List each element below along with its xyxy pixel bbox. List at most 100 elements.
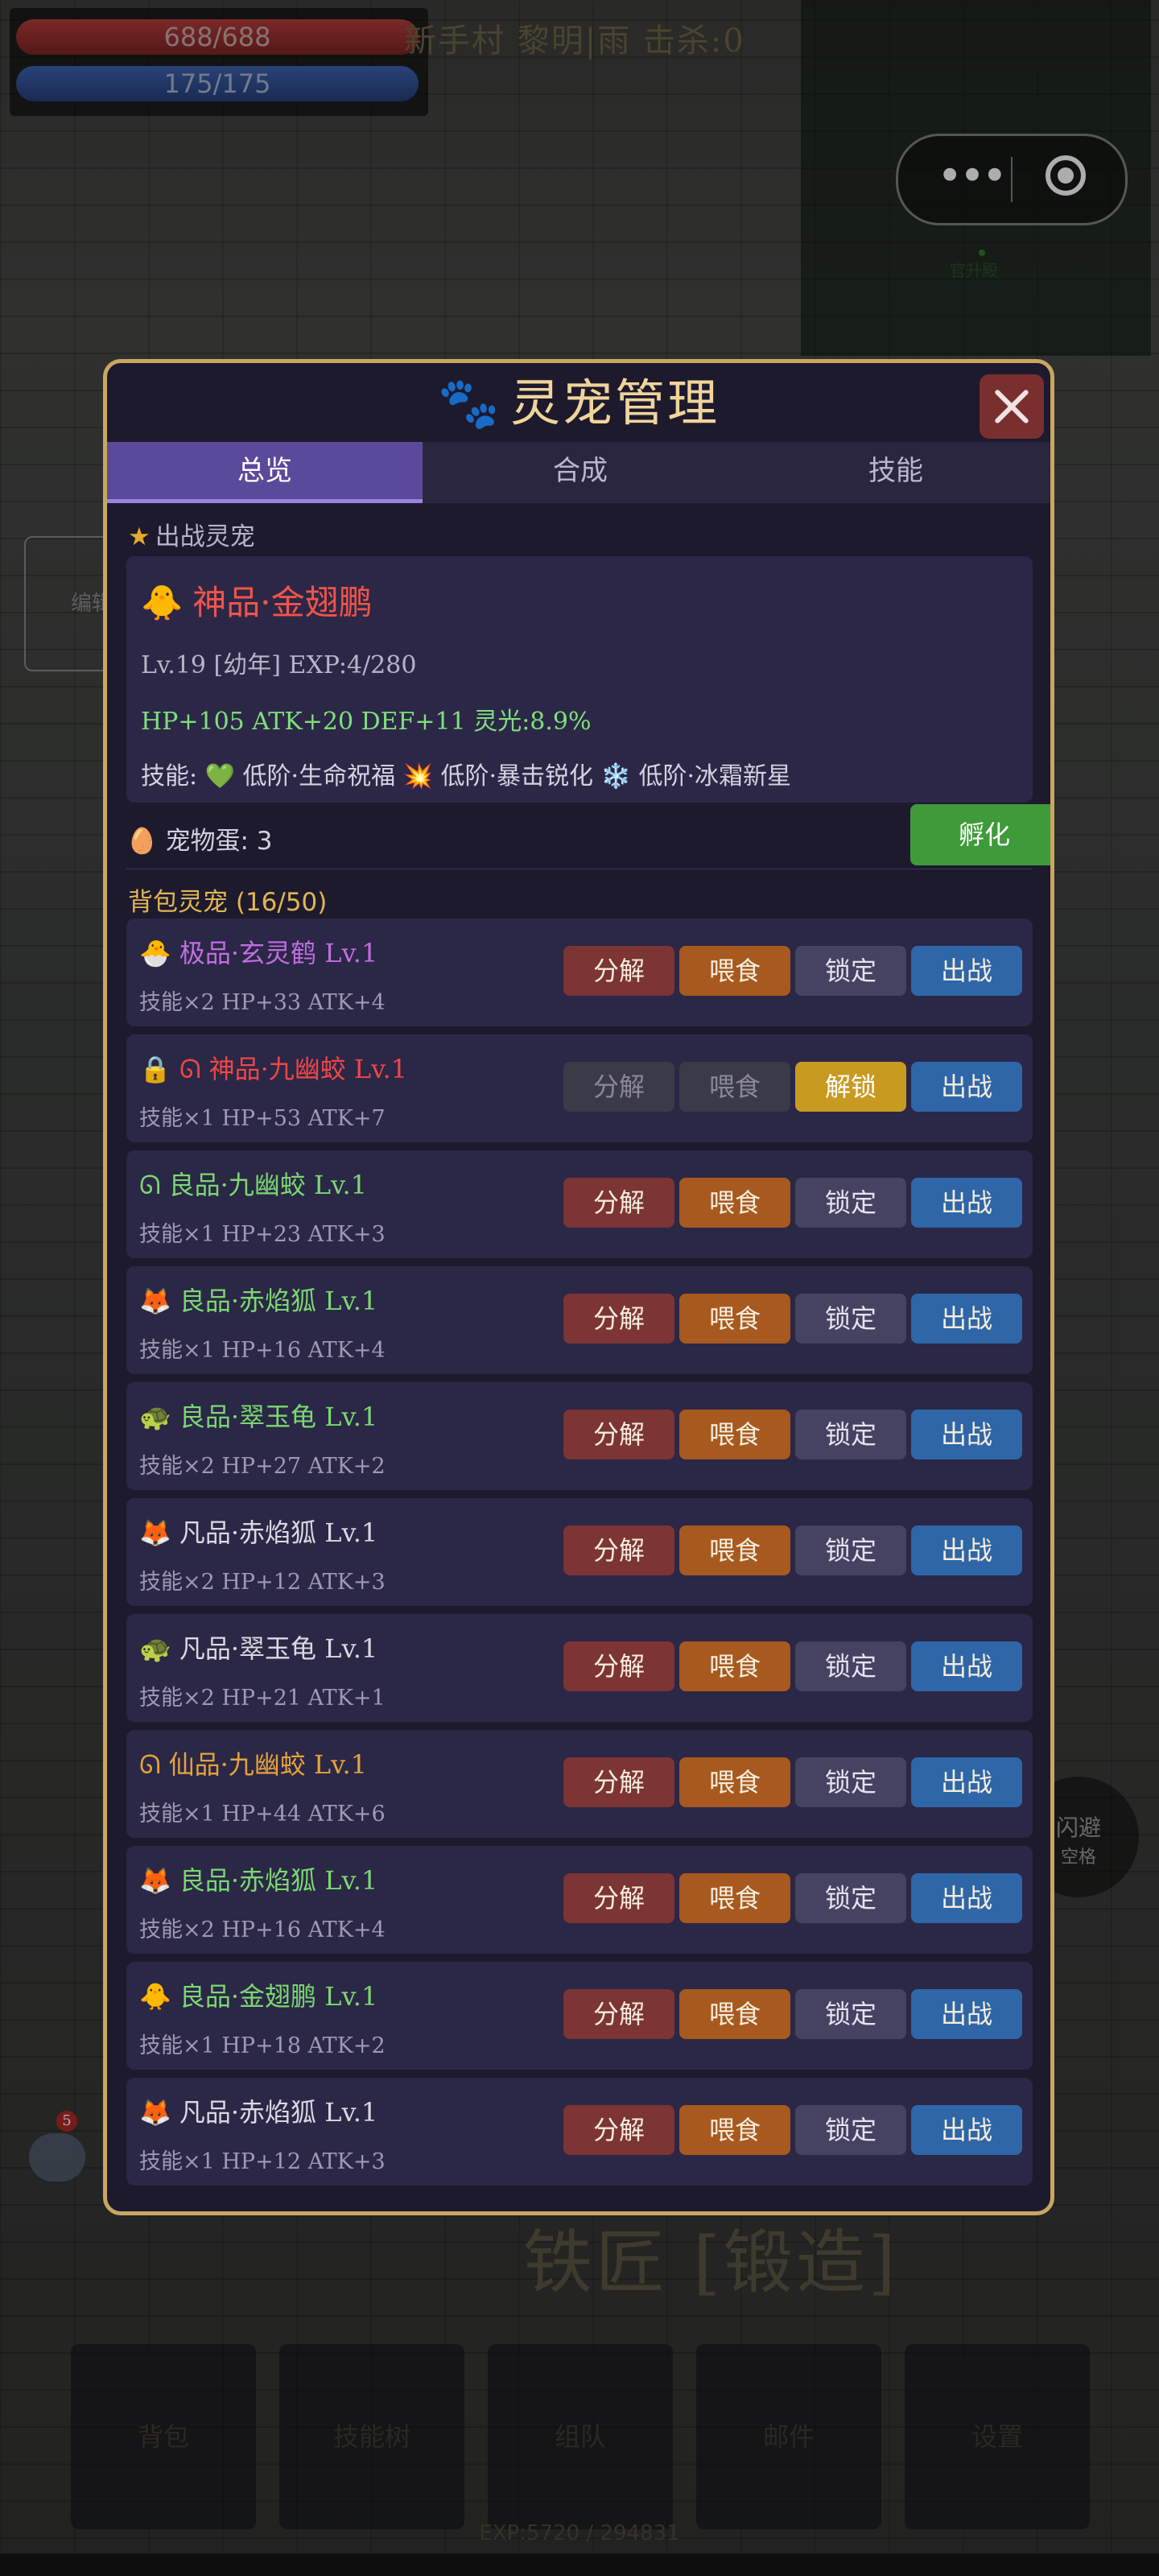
deploy-button[interactable]: 出战	[911, 946, 1022, 996]
pet-name: 🔒 ᘏ 神品·九幽蛟 Lv.1	[139, 1049, 407, 1086]
decompose-button[interactable]: 分解	[563, 1873, 674, 1923]
decompose-button[interactable]: 分解	[563, 946, 674, 996]
pet-row[interactable]: 🐥 良品·金翅鹏 Lv.1 技能×1 HP+18 ATK+2 分解 喂食 锁定 出战	[126, 1962, 1033, 2070]
pet-stats: 技能×2 HP+16 ATK+4	[139, 1918, 386, 1942]
deploy-button[interactable]: 出战	[911, 1873, 1022, 1923]
paw-icon: 🐾	[437, 374, 503, 432]
feed-button[interactable]: 喂食	[679, 1178, 790, 1228]
close-button[interactable]	[980, 374, 1044, 439]
active-pet-stats: HP+105 ATK+20 DEF+11 灵光:8.9%	[141, 708, 592, 736]
pet-name: 🦊 良品·赤焰狐 Lv.1	[139, 1860, 377, 1897]
deploy-button[interactable]: 出战	[911, 1757, 1022, 1807]
pet-name-text: 良品·九幽蛟 Lv.1	[168, 1170, 367, 1200]
tab-fusion[interactable]: 合成	[423, 442, 738, 503]
pet-stats: 技能×1 HP+18 ATK+2	[139, 2033, 386, 2058]
feed-button[interactable]: 喂食	[679, 1525, 790, 1575]
lock-button[interactable]: 锁定	[795, 1294, 906, 1344]
pet-row[interactable]: 🐢 凡品·翠玉龟 Lv.1 技能×2 HP+21 ATK+1 分解 喂食 锁定 出战	[126, 1614, 1033, 1722]
pet-icon: 🦊	[139, 2097, 171, 2128]
decompose-button[interactable]: 分解	[563, 2105, 674, 2155]
pet-row[interactable]: ᘏ 良品·九幽蛟 Lv.1 技能×1 HP+23 ATK+3 分解 喂食 锁定 出战	[126, 1150, 1033, 1258]
feed-button[interactable]: 喂食	[679, 1641, 790, 1691]
pet-row[interactable]: 🦊 凡品·赤焰狐 Lv.1 技能×1 HP+12 ATK+3 分解 喂食 锁定 出战	[126, 2078, 1033, 2186]
pet-icon: 🔒 ᘏ	[139, 1054, 201, 1084]
pet-stats: 技能×2 HP+27 ATK+2	[139, 1454, 386, 1479]
pet-row[interactable]: 🦊 良品·赤焰狐 Lv.1 技能×2 HP+16 ATK+4 分解 喂食 锁定 出战	[126, 1846, 1033, 1954]
pet-icon: ᘏ	[139, 1170, 161, 1200]
pet-stats: 技能×2 HP+12 ATK+3	[139, 1570, 386, 1595]
pet-icon: 🐥	[139, 1981, 171, 2012]
pet-name: ᘏ 仙品·九幽蛟 Lv.1	[139, 1744, 367, 1781]
pet-row[interactable]: 🐢 良品·翠玉龟 Lv.1 技能×2 HP+27 ATK+2 分解 喂食 锁定 出战	[126, 1382, 1033, 1490]
active-pet-level: Lv.19 [幼年] EXP:4/280	[141, 651, 417, 679]
pet-name-text: 凡品·翠玉龟 Lv.1	[179, 1633, 378, 1664]
lock-button[interactable]: 锁定	[795, 1989, 906, 2039]
decompose-button[interactable]: 分解	[563, 1062, 674, 1112]
feed-button[interactable]: 喂食	[679, 1873, 790, 1923]
feed-button[interactable]: 喂食	[679, 2105, 790, 2155]
pet-bird-icon: 🐥	[141, 583, 184, 622]
active-pet-card: 🐥 神品·金翅鹏 Lv.19 [幼年] EXP:4/280 HP+105 ATK+…	[126, 556, 1033, 803]
pet-name: 🐣 极品·玄灵鹤 Lv.1	[139, 933, 377, 970]
feed-button[interactable]: 喂食	[679, 1989, 790, 2039]
lock-button[interactable]: 锁定	[795, 1525, 906, 1575]
feed-button[interactable]: 喂食	[679, 1062, 790, 1112]
feed-button[interactable]: 喂食	[679, 1757, 790, 1807]
tab-bar: 总览 合成 技能	[107, 442, 1050, 503]
deploy-button[interactable]: 出战	[911, 2105, 1022, 2155]
pet-icon: ᘏ	[139, 1749, 161, 1780]
tab-overview[interactable]: 总览	[107, 442, 423, 503]
lock-button[interactable]: 锁定	[795, 1873, 906, 1923]
pet-icon: 🦊	[139, 1865, 171, 1896]
lock-button[interactable]: 锁定	[795, 946, 906, 996]
lock-button[interactable]: 锁定	[795, 1410, 906, 1459]
deploy-button[interactable]: 出战	[911, 1178, 1022, 1228]
deploy-button[interactable]: 出战	[911, 1525, 1022, 1575]
pet-name-text: 良品·金翅鹏 Lv.1	[179, 1981, 378, 2012]
decompose-button[interactable]: 分解	[563, 1757, 674, 1807]
active-pet-name: 🐥 神品·金翅鹏	[141, 576, 373, 625]
hatch-button[interactable]: 孵化	[910, 804, 1050, 865]
active-pet-skills: 技能: 💚 低阶·生命祝福 💥 低阶·暴击锐化 ❄️ 低阶·冰霜新星	[141, 762, 791, 791]
lock-button[interactable]: 锁定	[795, 1178, 906, 1228]
pet-name-text: 极品·玄灵鹤 Lv.1	[179, 938, 378, 968]
decompose-button[interactable]: 分解	[563, 1178, 674, 1228]
lock-button[interactable]: 锁定	[795, 1757, 906, 1807]
deploy-button[interactable]: 出战	[911, 1410, 1022, 1459]
lock-button[interactable]: 锁定	[795, 1641, 906, 1691]
deploy-button[interactable]: 出战	[911, 1641, 1022, 1691]
pet-name: 🐢 凡品·翠玉龟 Lv.1	[139, 1629, 377, 1666]
pet-icon: 🐣	[139, 938, 171, 968]
feed-button[interactable]: 喂食	[679, 1410, 790, 1459]
deploy-button[interactable]: 出战	[911, 1989, 1022, 2039]
modal-title: 🐾 灵宠管理	[107, 363, 1050, 444]
pet-row[interactable]: 🦊 良品·赤焰狐 Lv.1 技能×1 HP+16 ATK+4 分解 喂食 锁定 出战	[126, 1266, 1033, 1374]
pet-row[interactable]: ᘏ 仙品·九幽蛟 Lv.1 技能×1 HP+44 ATK+6 分解 喂食 锁定 出战	[126, 1730, 1033, 1838]
deploy-button[interactable]: 出战	[911, 1294, 1022, 1344]
bag-pets-label: 背包灵宠 (16/50)	[128, 888, 328, 917]
lock-button[interactable]: 锁定	[795, 2105, 906, 2155]
pet-stats: 技能×1 HP+44 ATK+6	[139, 1802, 386, 1827]
tab-skills[interactable]: 技能	[738, 442, 1050, 503]
pet-stats: 技能×1 HP+23 ATK+3	[139, 1222, 386, 1247]
feed-button[interactable]: 喂食	[679, 1294, 790, 1344]
feed-button[interactable]: 喂食	[679, 946, 790, 996]
deploy-button[interactable]: 出战	[911, 1062, 1022, 1112]
pet-name-text: 良品·赤焰狐 Lv.1	[179, 1286, 378, 1316]
pet-row[interactable]: 🐣 极品·玄灵鹤 Lv.1 技能×2 HP+33 ATK+4 分解 喂食 锁定 出战	[126, 919, 1033, 1026]
egg-icon: 🥚	[126, 827, 166, 856]
pet-name-text: 良品·赤焰狐 Lv.1	[179, 1865, 378, 1896]
modal-title-text: 灵宠管理	[510, 374, 720, 432]
decompose-button[interactable]: 分解	[563, 1525, 674, 1575]
decompose-button[interactable]: 分解	[563, 1989, 674, 2039]
decompose-button[interactable]: 分解	[563, 1641, 674, 1691]
pet-row[interactable]: 🔒 ᘏ 神品·九幽蛟 Lv.1 技能×1 HP+53 ATK+7 分解 喂食 解锁 出战	[126, 1034, 1033, 1142]
pet-row[interactable]: 🦊 凡品·赤焰狐 Lv.1 技能×2 HP+12 ATK+3 分解 喂食 锁定 出战	[126, 1498, 1033, 1606]
pet-stats: 技能×1 HP+53 ATK+7	[139, 1106, 386, 1131]
decompose-button[interactable]: 分解	[563, 1410, 674, 1459]
egg-count-text: 宠物蛋: 3	[165, 827, 273, 856]
pet-icon: 🐢	[139, 1633, 171, 1664]
pet-name-text: 神品·九幽蛟 Lv.1	[208, 1054, 407, 1084]
unlock-button[interactable]: 解锁	[795, 1062, 906, 1112]
decompose-button[interactable]: 分解	[563, 1294, 674, 1344]
